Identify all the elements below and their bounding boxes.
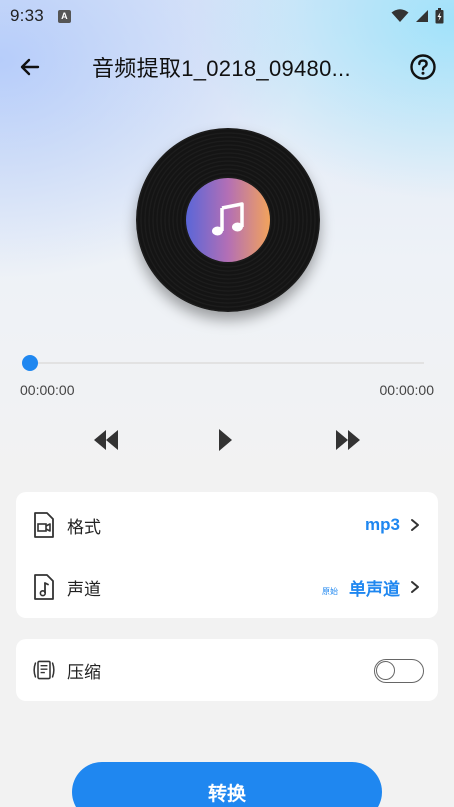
- channel-row[interactable]: 声道 原始 单声道: [16, 556, 438, 618]
- help-button[interactable]: [408, 52, 438, 82]
- compress-label: 压缩: [67, 662, 101, 682]
- app-bar: 音频提取1_0218_09480...: [0, 40, 454, 94]
- audio-file-icon: [32, 573, 56, 601]
- rewind-icon: [94, 430, 118, 450]
- play-icon: [219, 429, 232, 451]
- current-time: 00:00:00: [20, 382, 75, 398]
- status-bar: 9:33 A: [0, 0, 454, 32]
- chevron-right-icon: [410, 518, 422, 532]
- battery-icon: [435, 8, 444, 24]
- format-row[interactable]: 格式 mp3: [16, 494, 438, 556]
- page-title: 音频提取1_0218_09480...: [92, 56, 351, 81]
- progress-track[interactable]: [30, 362, 424, 364]
- record-label: [186, 178, 270, 262]
- channel-label: 声道: [67, 579, 101, 599]
- compress-card: 压缩: [16, 639, 438, 701]
- compress-icon: [32, 656, 56, 684]
- channel-original-tag: 原始: [322, 587, 338, 596]
- status-time: 9:33: [10, 6, 44, 25]
- convert-button[interactable]: 转换: [72, 762, 382, 807]
- progress-thumb[interactable]: [22, 355, 38, 371]
- format-label: 格式: [67, 517, 101, 537]
- music-note-icon: [212, 202, 244, 236]
- help-circle-icon: [410, 54, 436, 80]
- signal-icon: [416, 10, 428, 22]
- format-value: mp3: [365, 515, 400, 534]
- chevron-right-icon: [410, 580, 422, 594]
- compress-row: 压缩: [16, 639, 438, 701]
- arrow-left-icon: [20, 58, 40, 76]
- video-file-icon: [32, 511, 56, 539]
- settings-card: 格式 mp3 声道 原始 单声道: [16, 492, 438, 618]
- vinyl-record-artwork: [136, 128, 320, 312]
- play-button[interactable]: [209, 424, 241, 456]
- total-time: 00:00:00: [379, 382, 435, 398]
- back-button[interactable]: [0, 40, 60, 94]
- rewind-button[interactable]: [90, 424, 122, 456]
- compress-toggle[interactable]: [374, 659, 424, 683]
- wifi-icon: [391, 9, 409, 22]
- status-icons: [391, 8, 444, 24]
- fast-forward-icon: [336, 430, 360, 450]
- fast-forward-button[interactable]: [332, 424, 364, 456]
- a-letter-icon: A: [57, 9, 71, 23]
- channel-value: 单声道: [349, 579, 400, 599]
- toggle-knob: [376, 661, 395, 680]
